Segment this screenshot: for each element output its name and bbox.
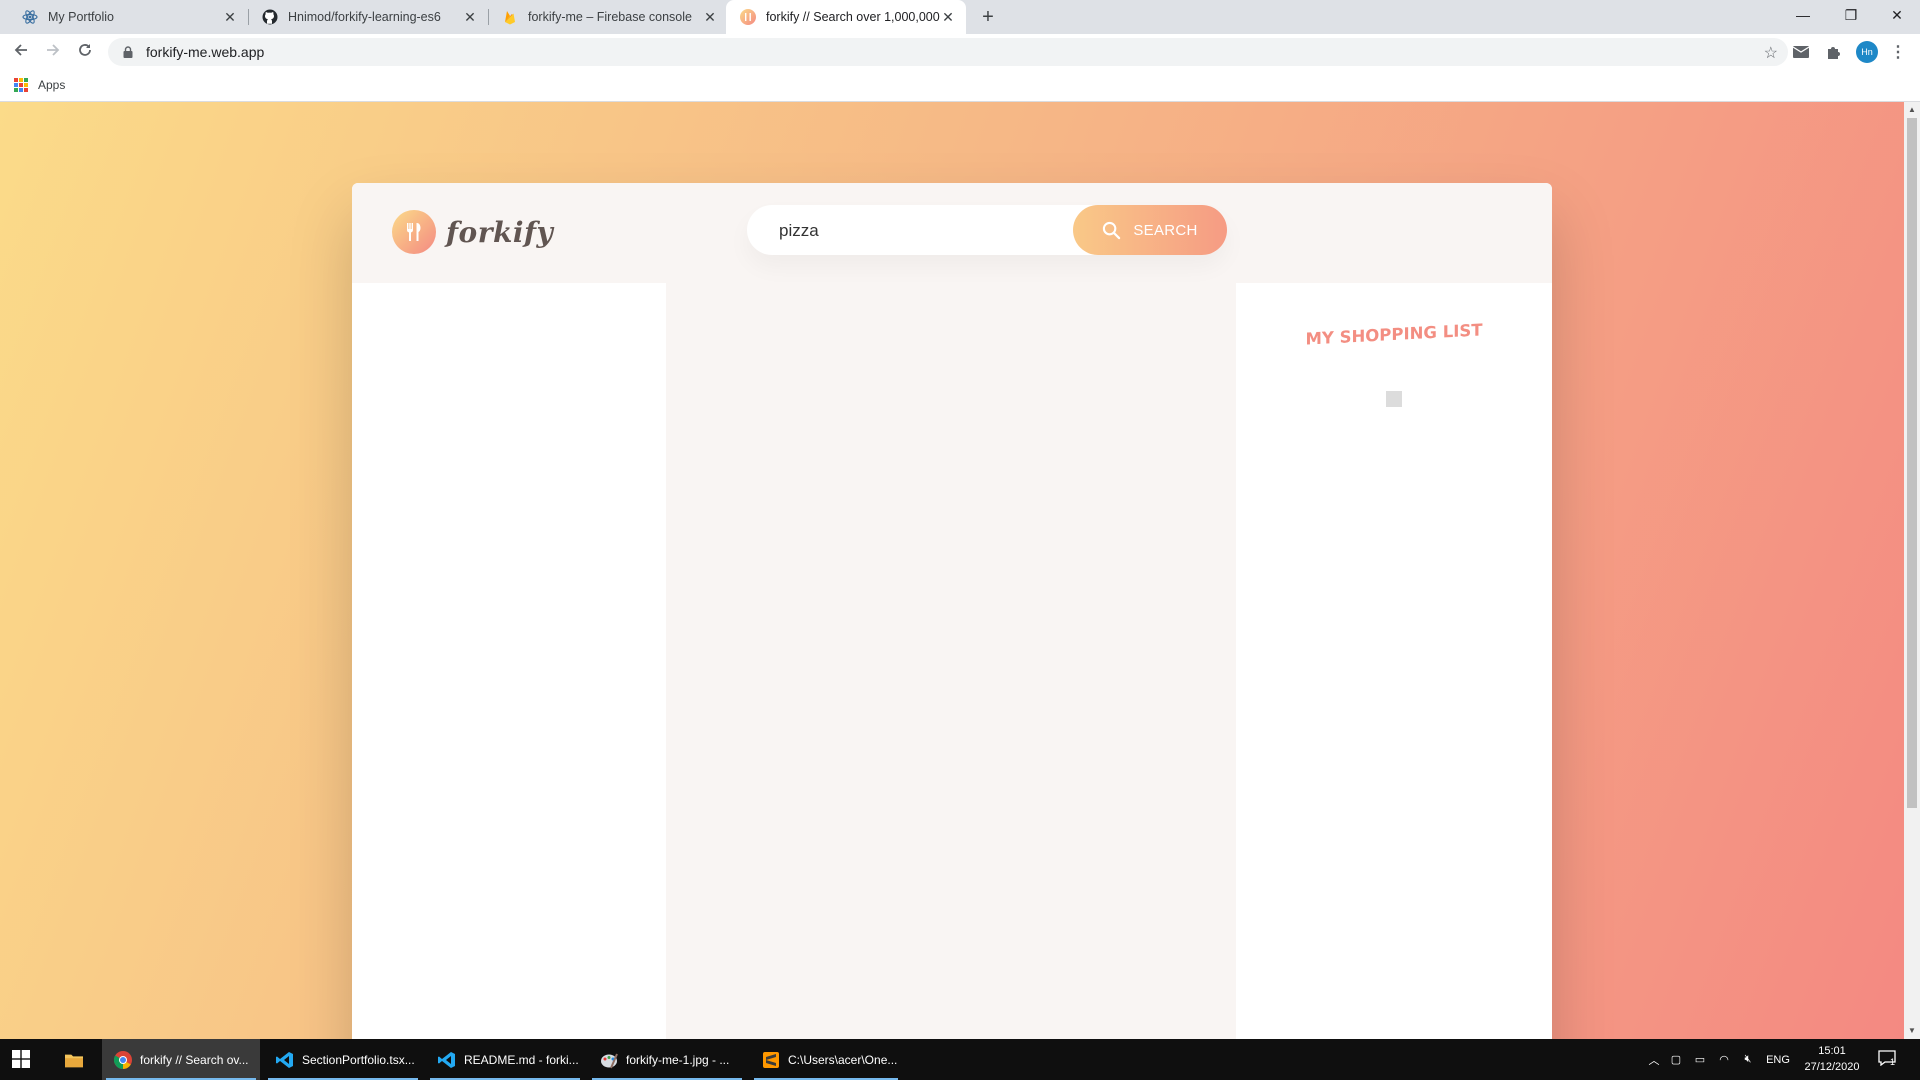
- arrow-left-icon: [14, 44, 27, 56]
- close-tab-icon[interactable]: ✕: [222, 9, 238, 26]
- wifi-icon[interactable]: ◠: [1712, 1053, 1736, 1066]
- tab-title: forkify-me – Firebase console: [528, 10, 692, 24]
- taskbar-app-paint[interactable]: forkify-me-1.jpg - ...: [588, 1039, 746, 1080]
- tab-my-portfolio[interactable]: My Portfolio ✕: [8, 0, 248, 34]
- search-button-label: SEARCH: [1133, 221, 1198, 239]
- meet-now-icon[interactable]: ▢: [1664, 1053, 1688, 1066]
- forkify-icon: [740, 9, 756, 25]
- battery-icon[interactable]: ▭: [1688, 1053, 1712, 1066]
- clock-time: 15:01: [1818, 1045, 1846, 1057]
- github-icon: [262, 9, 278, 25]
- search-results-panel: [352, 283, 666, 1039]
- browser-tab-strip: My Portfolio ✕ Hnimod/forkify-learning-e…: [0, 0, 1920, 34]
- forward-button[interactable]: [43, 42, 63, 62]
- firebase-icon: [502, 9, 518, 25]
- speaker-muted-icon[interactable]: 🔇︎: [1736, 1053, 1760, 1066]
- arrow-right-icon: [47, 44, 60, 56]
- scroll-up-icon[interactable]: ▲: [1908, 105, 1916, 114]
- recipe-panel: [666, 283, 1236, 1039]
- vscode-icon: [276, 1051, 294, 1069]
- mail-icon[interactable]: [1791, 42, 1811, 62]
- apps-grid-icon: [14, 78, 28, 92]
- tab-forkify[interactable]: forkify // Search over 1,000,000 r ✕: [726, 0, 966, 34]
- system-tray: ︿ ▢ ▭ ◠ 🔇︎ ENG: [1644, 1039, 1796, 1080]
- restore-button[interactable]: ❐: [1828, 0, 1874, 30]
- close-tab-icon[interactable]: ✕: [702, 9, 718, 26]
- bookmark-star-icon[interactable]: ☆: [1764, 43, 1778, 63]
- browser-toolbar: forkify-me.web.app ☆ Hn ⋮: [0, 34, 1920, 70]
- shopping-list-panel: MY SHOPPING LIST: [1236, 283, 1552, 1039]
- notification-center-icon[interactable]: 1: [1878, 1050, 1900, 1068]
- scroll-down-icon[interactable]: ▼: [1908, 1026, 1916, 1035]
- tab-title: My Portfolio: [48, 10, 114, 24]
- taskbar-clock[interactable]: 15:01 27/12/2020: [1800, 1043, 1864, 1075]
- more-menu-icon[interactable]: ⋮: [1888, 42, 1908, 62]
- extensions-puzzle-icon[interactable]: [1823, 42, 1843, 62]
- apps-shortcut[interactable]: Apps: [14, 78, 65, 92]
- page-scrollbar[interactable]: ▲ ▼: [1904, 102, 1920, 1039]
- page-viewport: forkify SEARCH MY SHOPPING LIST: [0, 102, 1904, 1039]
- scrollbar-thumb[interactable]: [1907, 118, 1917, 808]
- taskbar-app-vscode-1[interactable]: SectionPortfolio.tsx...: [264, 1039, 422, 1080]
- address-bar[interactable]: forkify-me.web.app ☆: [108, 38, 1788, 66]
- shopping-list-heading: MY SHOPPING LIST: [1305, 320, 1483, 349]
- taskbar-app-label: forkify-me-1.jpg - ...: [626, 1052, 730, 1067]
- sublime-icon: [762, 1051, 780, 1069]
- lock-icon: [120, 46, 136, 58]
- profile-avatar[interactable]: Hn: [1856, 41, 1878, 63]
- tab-firebase-console[interactable]: forkify-me – Firebase console ✕: [488, 0, 728, 34]
- reload-icon: [79, 44, 91, 56]
- apps-label: Apps: [38, 78, 66, 92]
- close-tab-icon[interactable]: ✕: [462, 9, 478, 26]
- close-tab-icon[interactable]: ✕: [940, 9, 956, 26]
- tab-title: forkify // Search over 1,000,000 r: [766, 10, 940, 24]
- chrome-icon: [114, 1050, 132, 1069]
- folder-icon: [65, 1051, 83, 1069]
- chevron-up-icon[interactable]: ︿: [1644, 1052, 1664, 1068]
- file-explorer-button[interactable]: [56, 1039, 92, 1080]
- react-icon: [22, 9, 38, 25]
- tab-github[interactable]: Hnimod/forkify-learning-es6 ✕: [248, 0, 488, 34]
- paint-icon: [600, 1051, 618, 1069]
- back-button[interactable]: [11, 42, 31, 62]
- taskbar-app-vscode-2[interactable]: README.md - forki...: [426, 1039, 584, 1080]
- new-tab-button[interactable]: +: [976, 5, 1000, 29]
- fork-knife-icon: [392, 210, 436, 254]
- windows-taskbar: forkify // Search ov... SectionPortfolio…: [0, 1039, 1920, 1080]
- search-form: SEARCH: [747, 205, 1227, 257]
- app-header: forkify SEARCH: [352, 183, 1552, 283]
- shopping-list-placeholder: [1386, 391, 1402, 407]
- taskbar-app-label: README.md - forki...: [464, 1052, 579, 1067]
- taskbar-app-sublime[interactable]: C:\Users\acer\One...: [750, 1039, 902, 1080]
- windows-start-icon[interactable]: [12, 1050, 30, 1071]
- search-button[interactable]: SEARCH: [1073, 205, 1227, 255]
- bookmarks-bar: Apps: [0, 70, 1920, 102]
- search-input[interactable]: [777, 205, 1081, 257]
- logo-text: forkify: [446, 215, 554, 249]
- taskbar-app-label: C:\Users\acer\One...: [788, 1052, 898, 1067]
- minimize-button[interactable]: —: [1780, 0, 1826, 30]
- url-text: forkify-me.web.app: [146, 44, 265, 60]
- forkify-logo[interactable]: forkify: [392, 210, 553, 254]
- taskbar-app-label: forkify // Search ov...: [140, 1052, 249, 1067]
- close-window-button[interactable]: ✕: [1874, 0, 1920, 30]
- clock-date: 27/12/2020: [1804, 1061, 1860, 1073]
- taskbar-app-chrome[interactable]: forkify // Search ov...: [102, 1039, 260, 1080]
- search-icon: [1102, 221, 1121, 240]
- notification-count: 1: [1890, 1057, 1896, 1067]
- forkify-app-container: forkify SEARCH MY SHOPPING LIST: [352, 183, 1552, 1039]
- tab-title: Hnimod/forkify-learning-es6: [288, 10, 441, 24]
- language-indicator[interactable]: ENG: [1760, 1054, 1796, 1066]
- reload-button[interactable]: [75, 42, 95, 62]
- vscode-icon: [438, 1051, 456, 1069]
- taskbar-app-label: SectionPortfolio.tsx...: [302, 1052, 415, 1067]
